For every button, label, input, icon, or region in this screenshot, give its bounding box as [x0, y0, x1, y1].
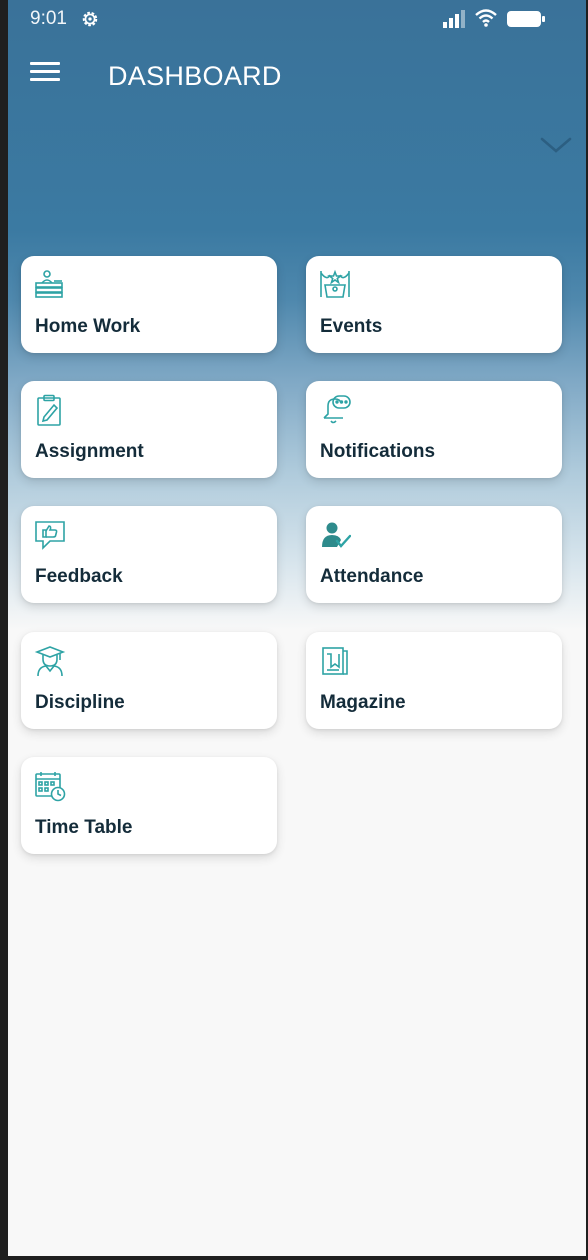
attendance-check-icon	[322, 522, 351, 548]
events-stage-icon	[320, 269, 350, 298]
notification-bell-icon	[323, 395, 351, 424]
tile-label: Events	[320, 316, 383, 337]
tile-label: Discipline	[35, 692, 125, 713]
tile-label: Feedback	[35, 566, 123, 587]
magazine-book-icon	[322, 647, 348, 675]
tile-time-table[interactable]: Time Table	[21, 757, 277, 854]
tile-label: Notifications	[320, 441, 436, 462]
timetable-calendar-icon	[35, 772, 66, 802]
tile-label: Magazine	[320, 692, 406, 713]
phone-screen: 9:01 DASHBOARD Home Work Events Assignme…	[8, 0, 586, 1256]
assignment-clipboard-icon	[37, 394, 61, 426]
tile-assignment[interactable]: Assignment	[21, 381, 277, 478]
discipline-graduate-icon	[34, 646, 66, 677]
tile-label: Home Work	[35, 316, 141, 337]
tile-notifications[interactable]: Notifications	[306, 381, 562, 478]
tile-label: Time Table	[35, 817, 133, 838]
tile-events[interactable]: Events	[306, 256, 562, 353]
tile-magazine[interactable]: Magazine	[306, 632, 562, 729]
tile-discipline[interactable]: Discipline	[21, 632, 277, 729]
tile-attendance[interactable]: Attendance	[306, 506, 562, 603]
feedback-thumbs-up-icon	[35, 521, 65, 550]
tile-home-work[interactable]: Home Work	[21, 256, 277, 353]
tile-label: Attendance	[320, 566, 424, 587]
tile-feedback[interactable]: Feedback	[21, 506, 277, 603]
tile-label: Assignment	[35, 441, 144, 462]
dashboard-grid: Home Work Events Assignment Notification…	[8, 0, 586, 1256]
homework-desk-icon	[35, 270, 63, 298]
